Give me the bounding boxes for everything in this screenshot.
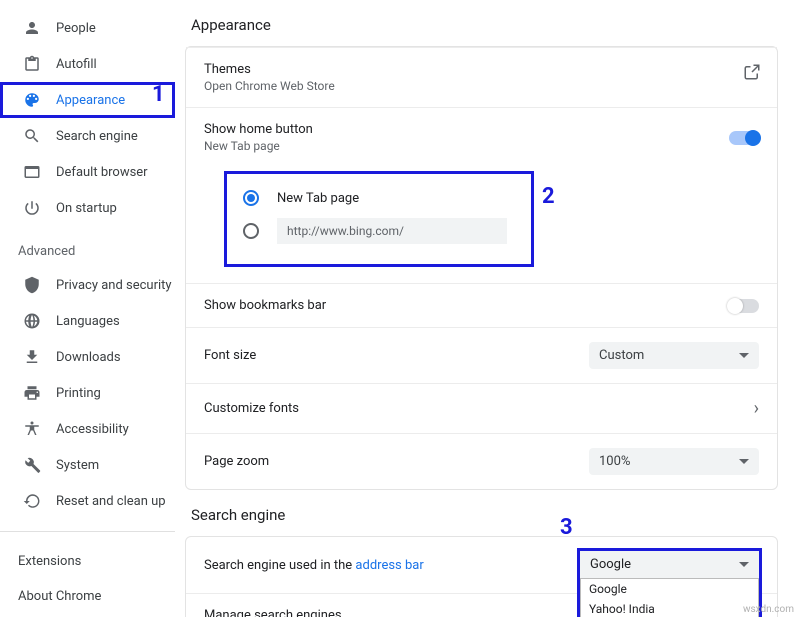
chevron-down-icon xyxy=(739,353,749,358)
globe-icon xyxy=(22,311,42,331)
appearance-card: Themes Open Chrome Web Store Show home b… xyxy=(185,46,778,490)
accessibility-icon xyxy=(22,419,42,439)
sidebar-about-chrome[interactable]: About Chrome xyxy=(0,579,175,614)
page-zoom-label: Page zoom xyxy=(204,454,269,469)
font-size-label: Font size xyxy=(204,348,256,363)
search-icon xyxy=(22,126,42,146)
chevron-down-icon xyxy=(739,459,749,464)
chevron-down-icon xyxy=(739,562,749,567)
sidebar-item-privacy[interactable]: Privacy and security xyxy=(0,267,175,303)
person-icon xyxy=(22,18,42,38)
clipboard-icon xyxy=(22,54,42,74)
sidebar-label: Default browser xyxy=(56,165,148,180)
callout-1: 1 xyxy=(152,82,165,107)
sidebar-item-languages[interactable]: Languages xyxy=(0,303,175,339)
home-custom-url-input[interactable] xyxy=(277,218,507,244)
home-button-options-highlight: New Tab page xyxy=(224,171,534,267)
show-home-button-toggle[interactable] xyxy=(729,131,759,145)
customize-fonts-label: Customize fonts xyxy=(204,401,299,416)
manage-search-engines-label: Manage search engines xyxy=(204,608,342,617)
sidebar-label: Languages xyxy=(56,314,120,329)
show-bookmarks-bar-toggle[interactable] xyxy=(729,299,759,313)
show-bookmarks-bar-row: Show bookmarks bar xyxy=(186,283,777,327)
search-engine-options-list: Google Yahoo! India Bing DuckDuckGo xyxy=(580,578,759,617)
chevron-right-icon: › xyxy=(754,398,759,419)
sidebar-label: Downloads xyxy=(56,350,121,365)
font-size-value: Custom xyxy=(599,348,644,363)
search-engine-row-label: Search engine used in the address bar xyxy=(204,558,424,573)
search-engine-card: Search engine used in the address bar Go… xyxy=(185,536,778,617)
show-home-button-label: Show home button xyxy=(204,122,313,137)
callout-2: 2 xyxy=(542,184,555,209)
watermark: wsxdn.com xyxy=(743,604,794,615)
sidebar-label: Autofill xyxy=(56,57,97,72)
sidebar-label: Search engine xyxy=(56,129,138,144)
search-engine-dropdown-highlight: Google Google Yahoo! India Bing DuckDuck… xyxy=(577,548,762,617)
section-title-search-engine: Search engine xyxy=(185,490,778,536)
home-button-options: New Tab page xyxy=(186,167,777,283)
sidebar-label: Reset and clean up xyxy=(56,494,166,509)
search-engine-selected[interactable]: Google xyxy=(580,551,759,578)
search-engine-dropdown[interactable]: Google Google Yahoo! India Bing DuckDuck… xyxy=(579,551,759,579)
shield-icon xyxy=(22,275,42,295)
sidebar-advanced-heading[interactable]: Advanced xyxy=(0,226,175,267)
sidebar-extensions[interactable]: Extensions xyxy=(0,544,175,579)
power-icon xyxy=(22,198,42,218)
radio-icon[interactable] xyxy=(243,223,259,239)
browser-icon xyxy=(22,162,42,182)
printer-icon xyxy=(22,383,42,403)
open-external-icon[interactable] xyxy=(743,63,761,85)
sidebar-item-people[interactable]: People xyxy=(0,10,175,46)
themes-label: Themes xyxy=(204,62,335,77)
font-size-dropdown[interactable]: Custom xyxy=(589,342,759,369)
wrench-icon xyxy=(22,455,42,475)
callout-3: 3 xyxy=(560,515,573,540)
section-title-appearance: Appearance xyxy=(185,0,778,46)
page-zoom-row: Page zoom 100% xyxy=(186,433,777,489)
sidebar-item-reset[interactable]: Reset and clean up xyxy=(0,483,175,519)
sidebar-item-search-engine[interactable]: Search engine xyxy=(0,118,175,154)
download-icon xyxy=(22,347,42,367)
restore-icon xyxy=(22,491,42,511)
page-zoom-value: 100% xyxy=(599,454,630,469)
sidebar-item-appearance[interactable]: Appearance xyxy=(0,82,175,118)
sidebar-label: People xyxy=(56,21,96,36)
font-size-row: Font size Custom xyxy=(186,327,777,383)
home-option-new-tab-label: New Tab page xyxy=(277,191,359,206)
sidebar-divider xyxy=(0,531,175,532)
sidebar-item-printing[interactable]: Printing xyxy=(0,375,175,411)
home-option-new-tab[interactable]: New Tab page xyxy=(243,184,515,212)
themes-sublabel: Open Chrome Web Store xyxy=(204,79,335,93)
settings-sidebar: People Autofill Appearance Search engine… xyxy=(0,0,175,617)
radio-icon[interactable] xyxy=(243,190,259,206)
sidebar-label: Accessibility xyxy=(56,422,129,437)
sidebar-item-on-startup[interactable]: On startup xyxy=(0,190,175,226)
sidebar-item-default-browser[interactable]: Default browser xyxy=(0,154,175,190)
address-bar-link[interactable]: address bar xyxy=(355,558,423,573)
search-engine-option[interactable]: Yahoo! India xyxy=(581,599,758,617)
palette-icon xyxy=(22,90,42,110)
sidebar-label: On startup xyxy=(56,201,117,216)
sidebar-label: Appearance xyxy=(56,93,125,108)
settings-main: Appearance Themes Open Chrome Web Store … xyxy=(175,0,800,617)
show-home-button-row: Show home button New Tab page xyxy=(186,107,777,167)
show-bookmarks-bar-label: Show bookmarks bar xyxy=(204,298,326,313)
sidebar-item-system[interactable]: System xyxy=(0,447,175,483)
sidebar-label: System xyxy=(56,458,99,473)
sidebar-item-autofill[interactable]: Autofill xyxy=(0,46,175,82)
sidebar-item-downloads[interactable]: Downloads xyxy=(0,339,175,375)
sidebar-item-accessibility[interactable]: Accessibility xyxy=(0,411,175,447)
search-engine-row: Search engine used in the address bar Go… xyxy=(186,537,777,593)
customize-fonts-row[interactable]: Customize fonts › xyxy=(186,383,777,433)
search-engine-option[interactable]: Google xyxy=(581,579,758,599)
sidebar-label: Privacy and security xyxy=(56,278,172,293)
page-zoom-dropdown[interactable]: 100% xyxy=(589,448,759,475)
home-option-custom-url[interactable] xyxy=(243,212,515,250)
themes-row[interactable]: Themes Open Chrome Web Store xyxy=(186,47,777,107)
sidebar-label: Printing xyxy=(56,386,101,401)
show-home-button-sublabel: New Tab page xyxy=(204,139,313,153)
